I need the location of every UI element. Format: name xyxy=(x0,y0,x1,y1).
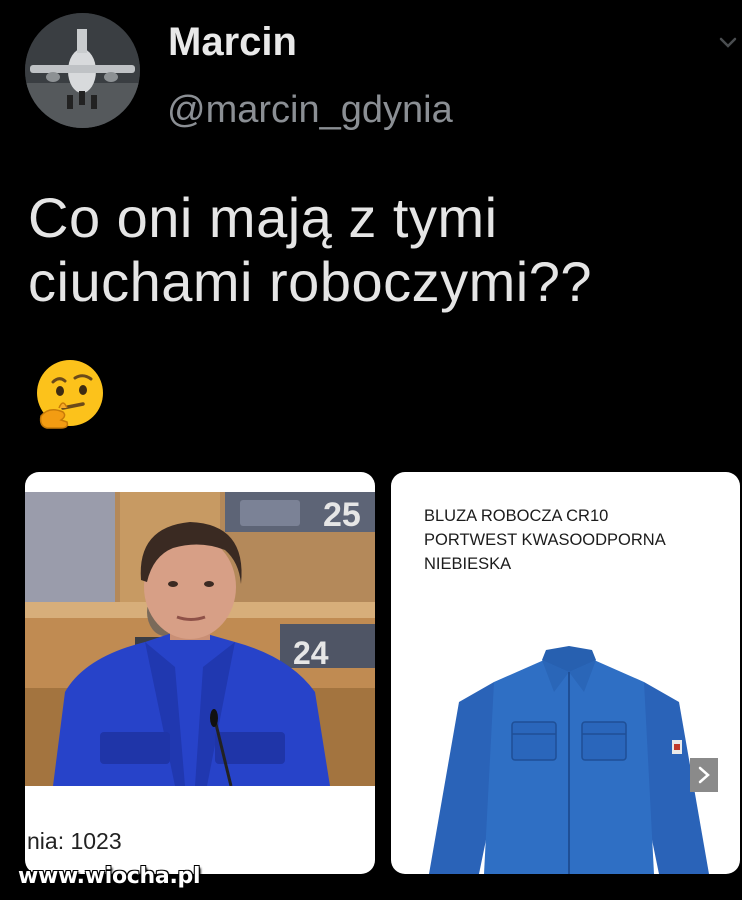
media-attachments: 25 24 nia: 1023 BLUZA ROBOCZA CR10 PORTW… xyxy=(25,472,740,876)
tweet-text-line: ciuchami roboczymi?? xyxy=(28,250,592,313)
parliament-photo: 25 24 xyxy=(25,492,375,786)
product-title: BLUZA ROBOCZA CR10 PORTWEST KWASOODPORNA… xyxy=(424,504,724,576)
product-title-line: PORTWEST KWASOODPORNA xyxy=(424,531,666,549)
tweet-text: Co oni mają z tymi ciuchami roboczymi?? xyxy=(28,186,728,314)
svg-text:25: 25 xyxy=(323,496,361,534)
author-handle[interactable]: @marcin_gdynia xyxy=(167,91,453,129)
work-jacket-image xyxy=(429,646,709,874)
svg-text:24: 24 xyxy=(293,635,329,671)
media-image-left[interactable]: 25 24 nia: 1023 xyxy=(25,472,375,874)
chevron-right-icon xyxy=(698,766,710,784)
media-image-right[interactable]: BLUZA ROBOCZA CR10 PORTWEST KWASOODPORNA… xyxy=(391,472,740,874)
product-title-line: NIEBIESKA xyxy=(424,555,512,573)
author-display-name[interactable]: Marcin xyxy=(168,22,297,62)
airplane-photo xyxy=(25,13,140,128)
avatar[interactable] xyxy=(25,13,140,128)
product-title-line: BLUZA ROBOCZA CR10 xyxy=(424,507,609,525)
next-image-button[interactable] xyxy=(690,758,718,792)
tweet-text-line: Co oni mają z tymi xyxy=(28,186,498,249)
chevron-down-icon[interactable] xyxy=(718,36,738,50)
thinking-face-icon xyxy=(33,358,107,432)
watermark: www.wiocha.pl xyxy=(18,864,201,889)
photo-caption: nia: 1023 xyxy=(27,828,122,854)
